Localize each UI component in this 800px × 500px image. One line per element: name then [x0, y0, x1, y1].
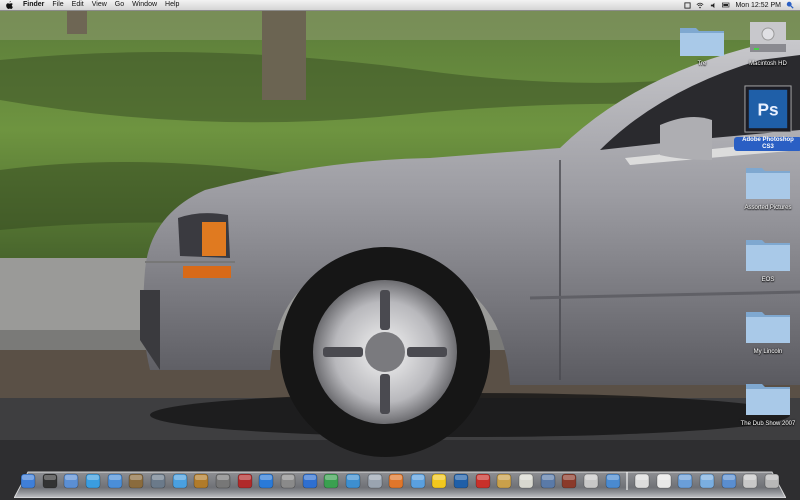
iphoto-icon[interactable] [150, 473, 166, 489]
wifi-icon[interactable] [696, 1, 704, 9]
folder-icon [744, 306, 792, 346]
desktop-icon-label: My Lincoln [753, 349, 783, 355]
script-editor-icon[interactable] [496, 473, 512, 489]
desktop-icon-my-lincoln[interactable]: My Lincoln [730, 306, 800, 356]
folder-icon [678, 18, 726, 58]
desktop-icon-label: Macintosh HD [749, 61, 787, 67]
photo-booth-icon[interactable] [561, 473, 577, 489]
menu-bar: Finder File Edit View Go Window Help Mon… [0, 0, 800, 11]
applications-folder-icon[interactable] [721, 473, 737, 489]
textedit-icon[interactable] [518, 473, 534, 489]
volume-icon[interactable] [709, 1, 717, 9]
safari-icon[interactable] [85, 473, 101, 489]
itunes-icon[interactable] [172, 473, 188, 489]
desktop-icon-assorted-pictures[interactable]: Assorted Pictures [730, 162, 800, 212]
network-icon[interactable] [280, 473, 296, 489]
printer-icon[interactable] [583, 473, 599, 489]
desktop-icon-label: Adobe Photoshop CS3 [734, 137, 800, 151]
dashboard-icon[interactable] [42, 473, 58, 489]
hard-drive-icon [744, 18, 792, 58]
mail-icon[interactable] [367, 473, 383, 489]
dock-separator [626, 472, 629, 490]
image-capture-icon[interactable] [215, 473, 231, 489]
desktop-icon-label: Tre [697, 61, 707, 67]
desktop-icon-adobe-photoshop[interactable]: Ps Adobe Photoshop CS3 [730, 84, 800, 151]
document-icon[interactable] [634, 473, 650, 489]
menu-help[interactable]: Help [161, 0, 183, 10]
desktop-icon-eos[interactable]: EOS [730, 234, 800, 284]
spotlight-icon[interactable] [786, 1, 794, 9]
desktop-icon-label: Assorted Pictures [744, 205, 792, 211]
messenger-icon[interactable] [410, 473, 426, 489]
apple-logo-icon[interactable] [6, 1, 14, 9]
menu-clock[interactable]: Mon 12:52 PM [735, 2, 781, 9]
downloads-folder-icon[interactable] [699, 473, 715, 489]
photoshop-icon[interactable] [453, 473, 469, 489]
desktop-icon-tre[interactable]: Tre [664, 18, 740, 68]
dreamweaver-icon[interactable] [323, 473, 339, 489]
menu-go[interactable]: Go [111, 0, 128, 10]
folder-icon [744, 162, 792, 202]
ichat-icon[interactable] [107, 473, 123, 489]
finder-icon[interactable] [20, 473, 36, 489]
utility-icon[interactable] [540, 473, 556, 489]
menu-window[interactable]: Window [128, 0, 161, 10]
battery-icon[interactable] [722, 1, 730, 9]
quicktime-icon[interactable] [605, 473, 621, 489]
trash-icon[interactable] [764, 473, 780, 489]
menu-app-finder[interactable]: Finder [19, 0, 48, 10]
menu-extras: Mon 12:52 PM [683, 1, 800, 9]
desktop-icon-the-dub-show-2007[interactable]: The Dub Show 2007 [730, 378, 800, 428]
dock [20, 467, 780, 495]
flash-icon[interactable] [475, 473, 491, 489]
bridge-icon[interactable] [258, 473, 274, 489]
book-icon[interactable] [237, 473, 253, 489]
desktop-icon-label: EOS [761, 277, 775, 283]
photoshop-badge-text: Ps [757, 100, 778, 120]
menu-file[interactable]: File [48, 0, 67, 10]
desktop-icon-macintosh-hd[interactable]: Macintosh HD [730, 18, 800, 68]
desktop-wallpaper [0, 0, 800, 500]
people-icon[interactable] [345, 473, 361, 489]
garageband-icon[interactable] [193, 473, 209, 489]
web-browser-icon[interactable] [302, 473, 318, 489]
desktop-icon-label: The Dub Show 2007 [740, 421, 796, 427]
folder-icon [744, 234, 792, 274]
stack-folder-icon[interactable] [677, 473, 693, 489]
menu-edit[interactable]: Edit [68, 0, 88, 10]
address-book-icon[interactable] [128, 473, 144, 489]
folder-icon [744, 378, 792, 418]
menu-view[interactable]: View [88, 0, 111, 10]
menu-extra-icon[interactable] [683, 1, 691, 9]
image-file-icon[interactable] [742, 473, 758, 489]
yahoo-messenger-icon[interactable] [431, 473, 447, 489]
firefox-icon[interactable] [388, 473, 404, 489]
photoshop-icon: Ps [744, 84, 792, 134]
pages-icon[interactable] [656, 473, 672, 489]
preview-icon[interactable] [63, 473, 79, 489]
